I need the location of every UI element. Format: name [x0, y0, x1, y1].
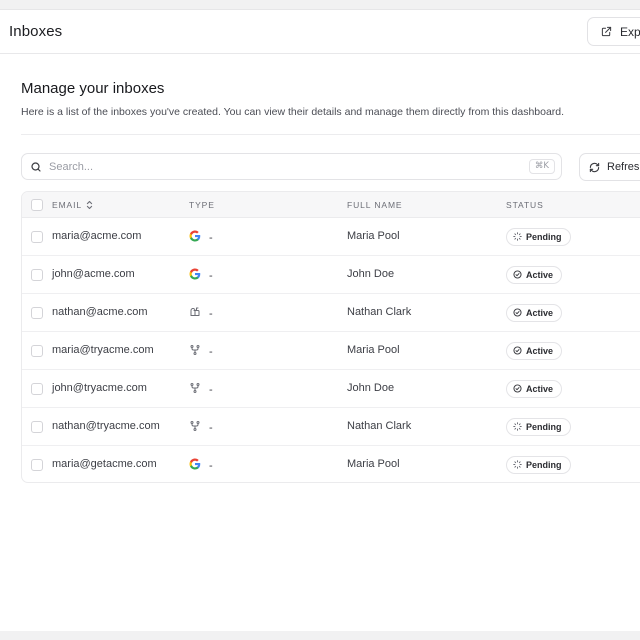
status-label: Active: [526, 384, 554, 394]
type-text: -: [209, 269, 213, 282]
full-name-cell: Maria Pool: [347, 344, 400, 356]
type-cell: -: [189, 268, 213, 283]
status-label: Pending: [526, 232, 562, 242]
loader-icon: [513, 231, 522, 243]
search-shortcut-hint: ⌘K: [528, 159, 555, 174]
type-cell: -: [189, 344, 213, 359]
export-button-label: Expo: [620, 24, 640, 39]
inboxes-table: EMAIL TYPE FULL NAME STATUS maria@acme.c…: [21, 191, 640, 483]
app-window: Inboxes Expo Manage your inboxes Here is…: [0, 9, 640, 631]
full-name-cell: Maria Pool: [347, 458, 400, 470]
status-badge: Active: [506, 380, 563, 398]
top-bar: Inboxes Expo: [0, 10, 640, 54]
check-circle-icon: [513, 345, 522, 357]
column-header-full-name: FULL NAME: [347, 200, 403, 210]
email-cell: nathan@tryacme.com: [52, 420, 160, 432]
full-name-cell: Nathan Clark: [347, 420, 412, 432]
search-bar[interactable]: ⌘K: [21, 153, 562, 180]
status-badge: Pending: [506, 418, 571, 436]
status-label: Pending: [526, 460, 562, 470]
export-button[interactable]: Expo: [587, 17, 640, 46]
type-cell: -: [189, 420, 213, 435]
google-icon: [189, 230, 201, 245]
refresh-button[interactable]: Refresh: [579, 153, 640, 181]
google-icon: [189, 268, 201, 283]
external-link-icon: [601, 26, 612, 37]
status-label: Active: [526, 308, 554, 318]
column-header-email[interactable]: EMAIL: [52, 200, 93, 210]
email-cell: john@tryacme.com: [52, 382, 147, 394]
check-circle-icon: [513, 383, 522, 395]
type-text: -: [209, 345, 213, 358]
table-row[interactable]: maria@getacme.com - Maria Pool Pending: [22, 446, 640, 482]
table-row[interactable]: nathan@acme.com - Nathan Clark Active: [22, 294, 640, 332]
type-text: -: [209, 421, 213, 434]
mailbox-icon: [189, 306, 201, 321]
row-checkbox[interactable]: [31, 459, 43, 471]
branch-icon: [189, 344, 201, 359]
type-cell: -: [189, 230, 213, 245]
section-description: Here is a list of the inboxes you've cre…: [21, 106, 565, 118]
table-row[interactable]: john@tryacme.com - John Doe Active: [22, 370, 640, 408]
email-cell: maria@getacme.com: [52, 458, 157, 470]
email-cell: nathan@acme.com: [52, 306, 148, 318]
status-label: Active: [526, 270, 554, 280]
section-heading: Manage your inboxes: [21, 80, 165, 97]
row-checkbox[interactable]: [31, 307, 43, 319]
type-text: -: [209, 231, 213, 244]
branch-icon: [189, 420, 201, 435]
search-input[interactable]: [49, 160, 509, 173]
column-header-status: STATUS: [506, 200, 544, 210]
type-cell: -: [189, 382, 213, 397]
status-badge: Active: [506, 342, 563, 360]
table-row[interactable]: john@acme.com - John Doe Active: [22, 256, 640, 294]
loader-icon: [513, 459, 522, 471]
status-badge: Active: [506, 266, 563, 284]
full-name-cell: John Doe: [347, 268, 395, 280]
row-checkbox[interactable]: [31, 231, 43, 243]
refresh-icon: [589, 162, 600, 172]
page-title: Inboxes: [9, 23, 63, 40]
email-cell: maria@tryacme.com: [52, 344, 154, 356]
sort-icon: [86, 200, 93, 210]
status-label: Pending: [526, 422, 562, 432]
row-checkbox[interactable]: [31, 269, 43, 281]
check-circle-icon: [513, 269, 522, 281]
row-checkbox[interactable]: [31, 383, 43, 395]
branch-icon: [189, 382, 201, 397]
full-name-cell: John Doe: [347, 382, 395, 394]
refresh-button-label: Refresh: [607, 161, 640, 173]
loader-icon: [513, 421, 522, 433]
status-badge: Pending: [506, 456, 571, 474]
type-cell: -: [189, 458, 213, 473]
row-checkbox[interactable]: [31, 421, 43, 433]
table-row[interactable]: nathan@tryacme.com - Nathan Clark Pendin…: [22, 408, 640, 446]
column-header-type: TYPE: [189, 200, 215, 210]
email-cell: maria@acme.com: [52, 230, 142, 242]
status-badge: Active: [506, 304, 563, 322]
email-cell: john@acme.com: [52, 268, 135, 280]
status-label: Active: [526, 346, 554, 356]
type-text: -: [209, 459, 213, 472]
status-badge: Pending: [506, 228, 571, 246]
full-name-cell: Maria Pool: [347, 230, 400, 242]
table-header: EMAIL TYPE FULL NAME STATUS: [22, 192, 640, 218]
table-row[interactable]: maria@acme.com - Maria Pool Pending: [22, 218, 640, 256]
table-row[interactable]: maria@tryacme.com - Maria Pool Active: [22, 332, 640, 370]
type-cell: -: [189, 306, 213, 321]
type-text: -: [209, 307, 213, 320]
row-checkbox[interactable]: [31, 345, 43, 357]
search-icon: [31, 161, 41, 172]
column-header-email-label: EMAIL: [52, 200, 83, 210]
check-circle-icon: [513, 307, 522, 319]
select-all-checkbox[interactable]: [31, 199, 43, 211]
google-icon: [189, 458, 201, 473]
divider: [21, 134, 640, 135]
type-text: -: [209, 383, 213, 396]
full-name-cell: Nathan Clark: [347, 306, 412, 318]
